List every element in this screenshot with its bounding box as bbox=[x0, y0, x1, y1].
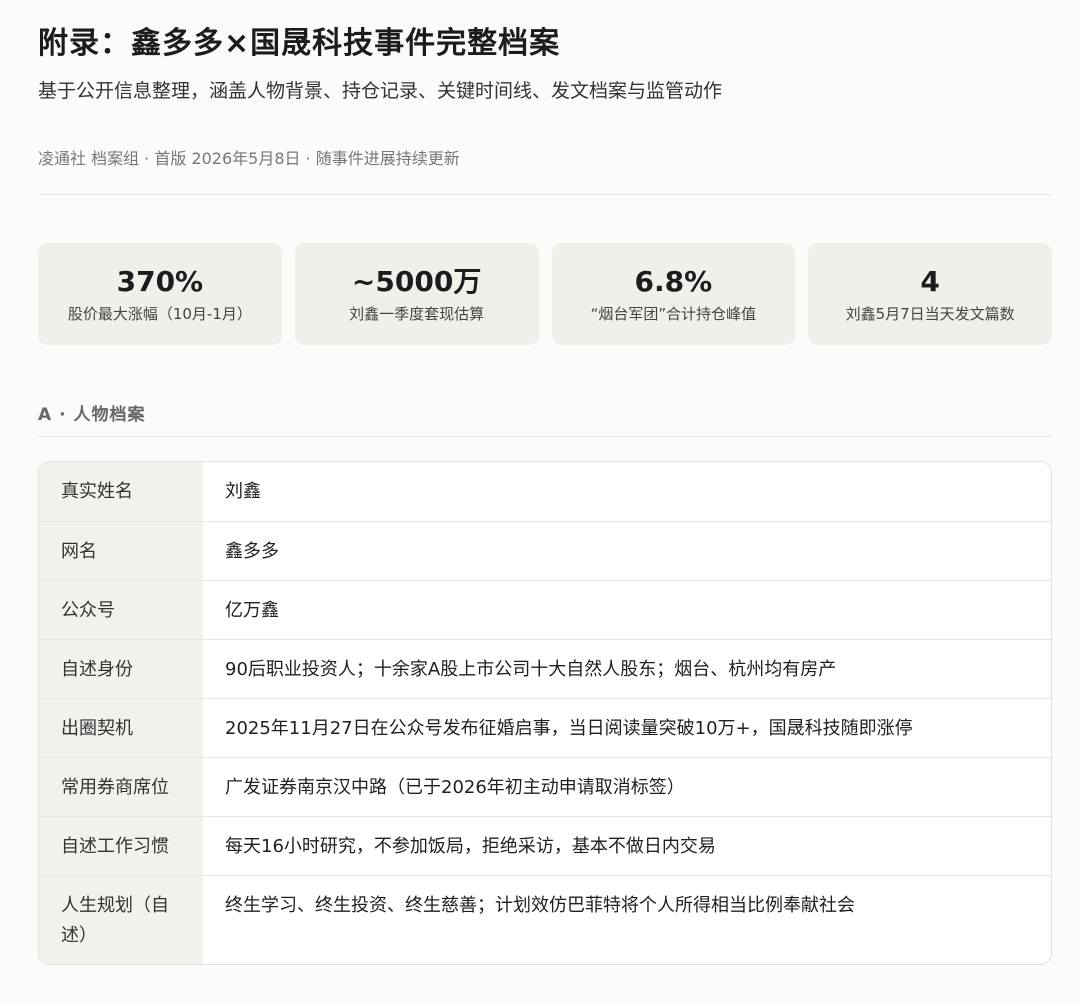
row-value: 2025年11月27日在公众号发布征婚启事，当日阅读量突破10万+，国晟科技随即… bbox=[225, 718, 913, 739]
table-row: 网名 鑫多多 bbox=[39, 521, 1051, 580]
table-row: 真实姓名 刘鑫 bbox=[39, 462, 1051, 521]
row-key: 出圈契机 bbox=[39, 699, 203, 757]
stats-row: 370% 股价最大涨幅（10月-1月） ~5000万 刘鑫一季度套现估算 6.8… bbox=[38, 243, 1052, 345]
table-row: 自述工作习惯 每天16小时研究，不参加饭局，拒绝采访，基本不做日内交易 bbox=[39, 816, 1051, 875]
row-key: 真实姓名 bbox=[39, 462, 203, 521]
stat-value: 6.8% bbox=[634, 265, 713, 298]
table-row: 公众号 亿万鑫 bbox=[39, 580, 1051, 639]
row-value: 广发证券南京汉中路（已于2026年初主动申请取消标签） bbox=[225, 777, 685, 798]
row-key: 公众号 bbox=[39, 581, 203, 639]
row-key: 自述身份 bbox=[39, 640, 203, 698]
stat-value: 4 bbox=[920, 265, 940, 298]
row-value: 每天16小时研究，不参加饭局，拒绝采访，基本不做日内交易 bbox=[225, 836, 716, 857]
header-divider bbox=[38, 194, 1052, 195]
appendix-page: 附录：鑫多多×国晟科技事件完整档案 基于公开信息整理，涵盖人物背景、持仓记录、关… bbox=[38, 22, 1052, 965]
row-key: 自述工作习惯 bbox=[39, 817, 203, 875]
page-title: 附录：鑫多多×国晟科技事件完整档案 bbox=[38, 26, 561, 61]
stat-card-holding-peak: 6.8% “烟台军团”合计持仓峰值 bbox=[551, 243, 796, 345]
stat-label: 刘鑫5月7日当天发文篇数 bbox=[845, 305, 1015, 323]
row-key: 网名 bbox=[39, 522, 203, 580]
stat-card-cashout: ~5000万 刘鑫一季度套现估算 bbox=[294, 243, 539, 345]
table-row: 人生规划（自述） 终生学习、终生投资、终生慈善；计划效仿巴菲特将个人所得相当比例… bbox=[39, 875, 1051, 964]
stat-label: 刘鑫一季度套现估算 bbox=[349, 305, 485, 323]
row-value: 90后职业投资人；十余家A股上市公司十大自然人股东；烟台、杭州均有房产 bbox=[225, 659, 837, 680]
row-key: 人生规划（自述） bbox=[39, 876, 203, 964]
row-value: 亿万鑫 bbox=[225, 600, 279, 621]
stat-label: “烟台军团”合计持仓峰值 bbox=[590, 305, 757, 323]
stat-value: ~5000万 bbox=[351, 265, 482, 298]
table-row: 自述身份 90后职业投资人；十余家A股上市公司十大自然人股东；烟台、杭州均有房产 bbox=[39, 639, 1051, 698]
table-row: 常用券商席位 广发证券南京汉中路（已于2026年初主动申请取消标签） bbox=[39, 757, 1051, 816]
row-key: 常用券商席位 bbox=[39, 758, 203, 816]
row-value: 终生学习、终生投资、终生慈善；计划效仿巴菲特将个人所得相当比例奉献社会 bbox=[225, 895, 855, 916]
table-row: 出圈契机 2025年11月27日在公众号发布征婚启事，当日阅读量突破10万+，国… bbox=[39, 698, 1051, 757]
section-title: A · 人物档案 bbox=[38, 405, 146, 425]
row-value: 鑫多多 bbox=[225, 541, 279, 562]
stat-card-post-count: 4 刘鑫5月7日当天发文篇数 bbox=[808, 243, 1052, 345]
stat-card-price-gain: 370% 股价最大涨幅（10月-1月） bbox=[38, 243, 282, 345]
row-value: 刘鑫 bbox=[225, 481, 261, 502]
byline: 凌通社 档案组 · 首版 2026年5月8日 · 随事件进展持续更新 bbox=[38, 149, 460, 168]
profile-table: 真实姓名 刘鑫 网名 鑫多多 公众号 亿万鑫 自述身份 90后职业投资人；十余家… bbox=[38, 461, 1052, 965]
section-divider bbox=[38, 436, 1052, 437]
stat-label: 股价最大涨幅（10月-1月） bbox=[67, 305, 252, 323]
stat-value: 370% bbox=[116, 265, 204, 298]
page-subtitle: 基于公开信息整理，涵盖人物背景、持仓记录、关键时间线、发文档案与监管动作 bbox=[38, 80, 723, 102]
